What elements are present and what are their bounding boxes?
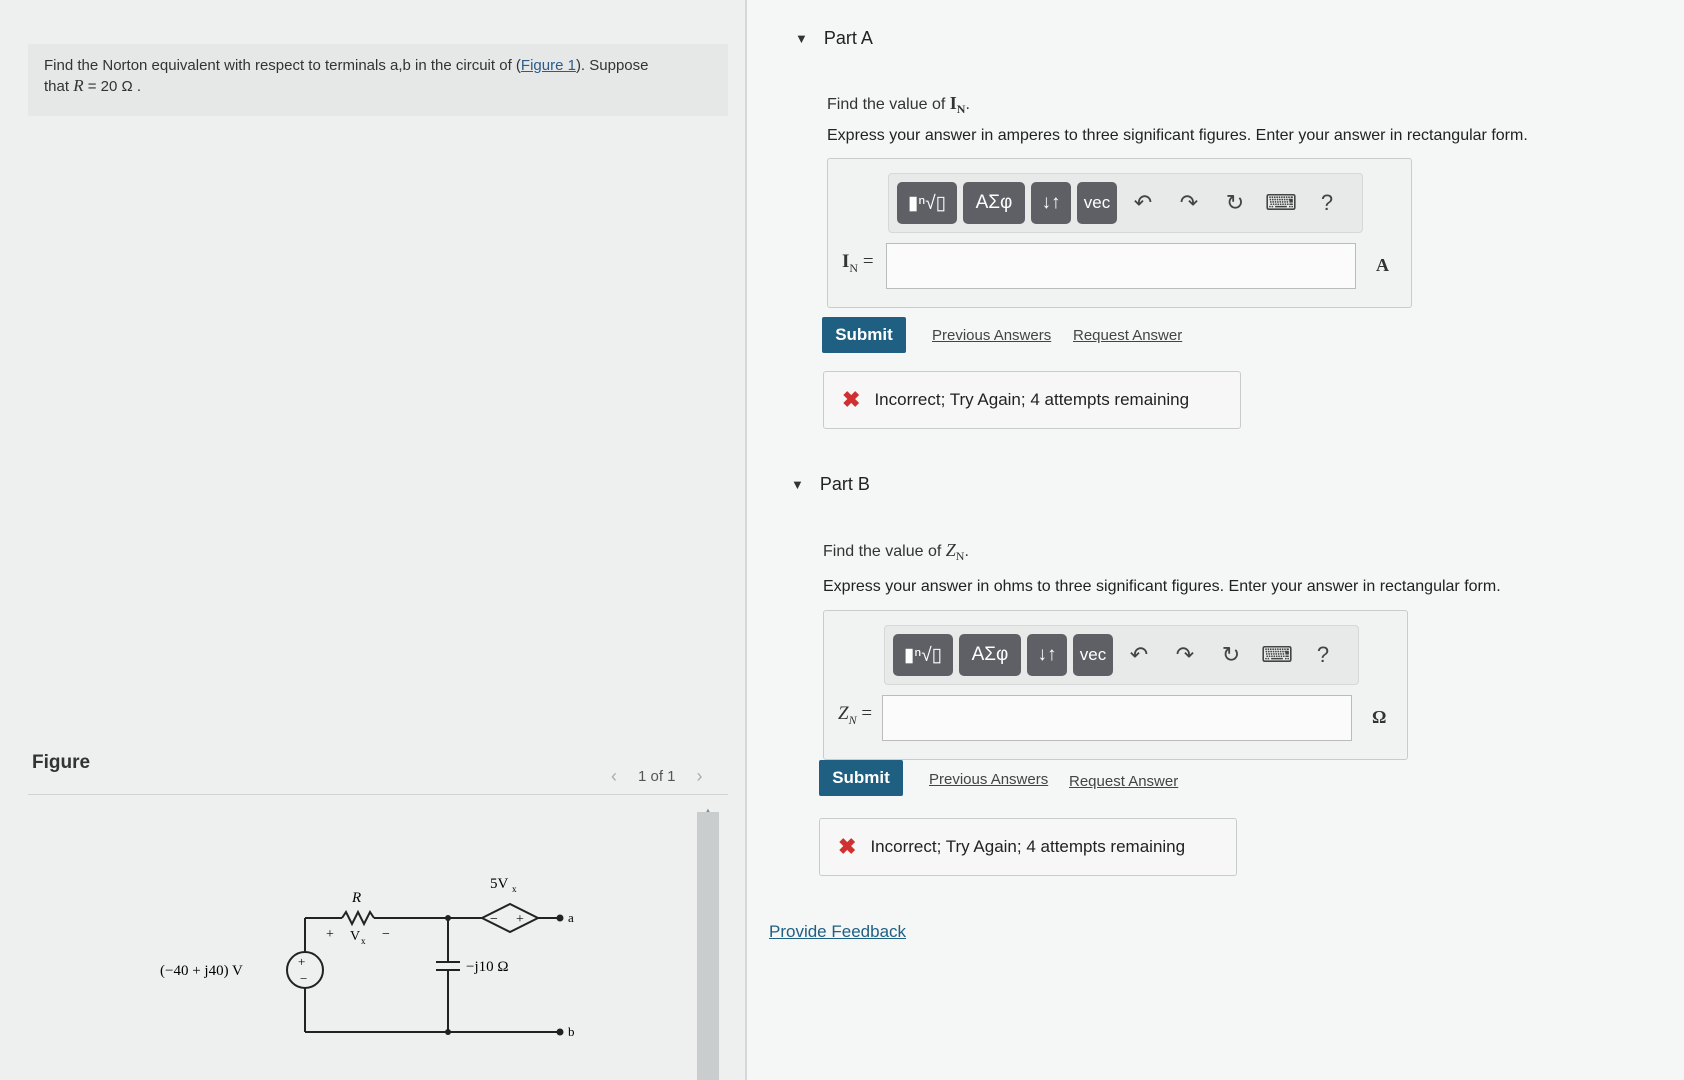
label-sub: N <box>849 260 859 275</box>
resistor-label: R <box>351 890 361 906</box>
part-b-input-label: ZN = <box>838 703 872 728</box>
capacitor-label: −j10 Ω <box>466 959 509 975</box>
undo-icon[interactable]: ↶ <box>1119 634 1159 676</box>
chevron-left-icon[interactable]: ‹ <box>600 762 628 790</box>
part-b-header[interactable]: ▼ Part B <box>791 474 870 495</box>
part-a-answer-box: ▮ⁿ√▯ ΑΣφ ↓↑ vec ↶ ↷ ↻ ⌨ ? IN = A <box>827 158 1412 308</box>
r-symbol: R <box>73 76 84 95</box>
question-suffix: . <box>965 96 970 113</box>
symbols-button[interactable]: ΑΣφ <box>959 634 1021 676</box>
part-a-feedback: ✖ Incorrect; Try Again; 4 attempts remai… <box>823 371 1241 429</box>
provide-feedback-link[interactable]: Provide Feedback <box>769 922 906 942</box>
question-suffix: . <box>964 543 969 560</box>
part-a-instructions: Express your answer in amperes to three … <box>827 127 1528 144</box>
chevron-right-icon[interactable]: › <box>686 762 714 790</box>
question-var: Z <box>945 540 956 560</box>
vx-minus: − <box>382 927 390 942</box>
part-b-question: Find the value of ZN. <box>823 540 969 564</box>
part-b-unit: Ω <box>1372 707 1387 727</box>
dep-source-label: 5V <box>490 876 509 892</box>
help-button[interactable]: ? <box>1303 634 1343 676</box>
part-b-title: Part B <box>819 474 870 494</box>
keyboard-icon[interactable]: ⌨ <box>1257 634 1297 676</box>
terminal-b: b <box>568 1024 575 1039</box>
part-a-feedback-text: Incorrect; Try Again; 4 attempts remaini… <box>874 390 1190 409</box>
undo-icon[interactable]: ↶ <box>1123 182 1163 224</box>
label-eq: = <box>856 703 873 724</box>
figure-scrollbar[interactable] <box>697 812 719 1080</box>
part-a-answer-input[interactable] <box>886 243 1356 289</box>
part-b-feedback-text: Incorrect; Try Again; 4 attempts remaini… <box>870 837 1186 856</box>
part-a-header[interactable]: ▼ Part A <box>795 28 873 49</box>
vec-button[interactable]: vec <box>1073 634 1113 676</box>
figure-heading: Figure <box>32 752 91 773</box>
part-a-submit-button[interactable]: Submit <box>822 317 906 353</box>
figure-pager: ‹ 1 of 1 › <box>600 762 714 790</box>
label-sub: N <box>848 712 857 727</box>
dep-minus: − <box>490 912 498 927</box>
reset-icon[interactable]: ↻ <box>1215 182 1255 224</box>
problem-statement: Find the Norton equivalent with respect … <box>28 44 728 116</box>
part-a-unit: A <box>1376 255 1389 275</box>
vx-label: V <box>350 929 360 944</box>
part-b-previous-answers-link[interactable]: Previous Answers <box>929 771 1048 788</box>
vx-plus: + <box>326 927 334 942</box>
templates-button[interactable]: ▮ⁿ√▯ <box>897 182 957 224</box>
label-eq: = <box>858 251 874 272</box>
keyboard-icon[interactable]: ⌨ <box>1261 182 1301 224</box>
answer-panel: ▼ Part A Find the value of IN. Express y… <box>747 0 1684 1080</box>
question-var: I <box>949 93 957 113</box>
arrows-button[interactable]: ↓↑ <box>1031 182 1071 224</box>
part-b-submit-button[interactable]: Submit <box>819 760 903 796</box>
part-a-input-label: IN = <box>842 251 874 276</box>
part-b-instructions: Express your answer in ohms to three sig… <box>823 578 1501 595</box>
reset-icon[interactable]: ↻ <box>1211 634 1251 676</box>
templates-button[interactable]: ▮ⁿ√▯ <box>893 634 953 676</box>
vec-button[interactable]: vec <box>1077 182 1117 224</box>
dep-source-sub: x <box>512 884 517 894</box>
vx-sub: x <box>361 936 366 946</box>
part-a-math-toolbar: ▮ⁿ√▯ ΑΣφ ↓↑ vec ↶ ↷ ↻ ⌨ ? <box>888 173 1363 233</box>
source-plus: + <box>298 954 305 969</box>
problem-text: Find the Norton equivalent with respect … <box>44 57 521 74</box>
part-b-answer-box: ▮ⁿ√▯ ΑΣφ ↓↑ vec ↶ ↷ ↻ ⌨ ? ZN = Ω <box>823 610 1408 760</box>
label-var: Z <box>838 703 849 724</box>
part-a-question: Find the value of IN. <box>827 93 970 117</box>
part-b-feedback: ✖ Incorrect; Try Again; 4 attempts remai… <box>819 818 1237 876</box>
source-minus: − <box>300 971 307 986</box>
redo-icon[interactable]: ↷ <box>1165 634 1205 676</box>
part-b-answer-input[interactable] <box>882 695 1352 741</box>
part-a-request-answer-link[interactable]: Request Answer <box>1073 327 1182 344</box>
error-x-icon: ✖ <box>838 834 857 859</box>
r-value: = 20 Ω . <box>83 78 142 95</box>
symbols-button[interactable]: ΑΣφ <box>963 182 1025 224</box>
redo-icon[interactable]: ↷ <box>1169 182 1209 224</box>
collapse-caret-icon[interactable]: ▼ <box>791 477 804 492</box>
source-label: (−40 + j40) V <box>160 963 243 979</box>
problem-text-line2: that <box>44 78 74 95</box>
help-button[interactable]: ? <box>1307 182 1347 224</box>
figure-divider <box>28 794 728 795</box>
circuit-diagram: + − (−40 + j40) V R + V x − 5V x − + −j1… <box>160 876 575 1039</box>
error-x-icon: ✖ <box>842 387 861 412</box>
problem-panel: Find the Norton equivalent with respect … <box>0 0 745 1080</box>
terminal-a: a <box>568 910 574 925</box>
part-a-title: Part A <box>823 28 873 48</box>
part-a-previous-answers-link[interactable]: Previous Answers <box>932 327 1051 344</box>
arrows-button[interactable]: ↓↑ <box>1027 634 1067 676</box>
dep-plus: + <box>516 912 524 927</box>
problem-text-cont: ). Suppose <box>575 57 649 74</box>
figure-link[interactable]: Figure 1 <box>521 57 576 74</box>
part-b-request-answer-link[interactable]: Request Answer <box>1069 773 1178 790</box>
pager-text: 1 of 1 <box>638 767 676 785</box>
question-text: Find the value of <box>827 96 950 113</box>
collapse-caret-icon[interactable]: ▼ <box>795 31 808 46</box>
part-b-math-toolbar: ▮ⁿ√▯ ΑΣφ ↓↑ vec ↶ ↷ ↻ ⌨ ? <box>884 625 1359 685</box>
question-text: Find the value of <box>823 543 946 560</box>
